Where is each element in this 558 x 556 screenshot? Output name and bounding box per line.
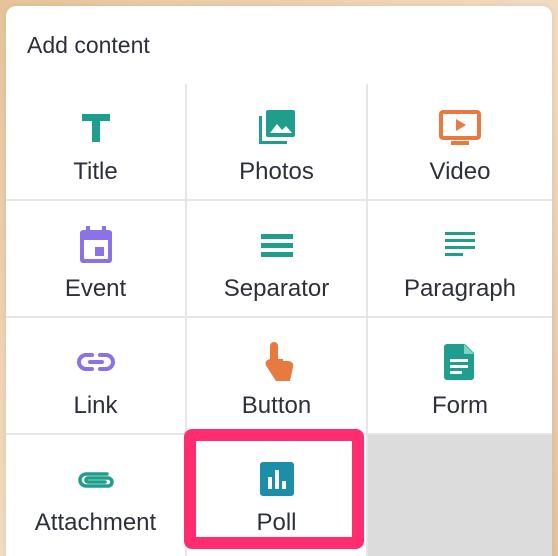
title-icon [79,108,113,148]
content-type-label: Button [241,392,312,419]
content-type-label: Form [432,392,488,419]
paragraph-icon [444,225,476,265]
content-type-label: Title [73,158,118,185]
content-type-photos[interactable]: Photos [187,84,368,201]
content-type-title[interactable]: Title [6,84,187,201]
panel-title: Add content [6,6,552,86]
poll-icon [259,459,295,499]
video-icon [439,108,481,148]
content-type-label: Event [64,275,127,302]
content-type-label: Link [73,392,118,419]
content-type-video[interactable]: Video [368,84,552,201]
attachment-icon [77,459,115,499]
content-type-label: Photos [239,158,314,185]
content-type-paragraph[interactable]: Paragraph [368,201,552,318]
empty-grid-slot [368,435,552,556]
separator-icon [259,225,295,265]
content-type-event[interactable]: Event [6,201,187,318]
button-icon [260,342,294,382]
add-content-panel: Add content Title Photos Video Event Sep… [6,6,552,556]
event-icon [78,225,114,265]
form-icon [444,342,476,382]
link-icon [76,342,116,382]
content-type-label: Attachment [34,509,157,536]
content-type-form[interactable]: Form [368,318,552,435]
content-type-link[interactable]: Link [6,318,187,435]
photos-icon [257,108,297,148]
content-type-separator[interactable]: Separator [187,201,368,318]
content-type-button[interactable]: Button [187,318,368,435]
content-type-label: Paragraph [403,275,517,302]
content-type-poll[interactable]: Poll [187,435,368,556]
content-type-label: Separator [223,275,330,302]
content-type-attachment[interactable]: Attachment [6,435,187,556]
content-type-label: Video [429,158,491,185]
content-type-label: Poll [256,509,297,536]
content-type-grid: Title Photos Video Event Separator Parag… [6,84,552,556]
